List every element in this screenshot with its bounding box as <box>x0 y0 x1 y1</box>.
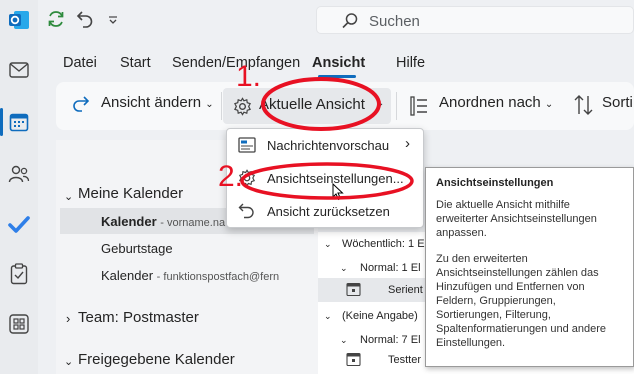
annotation-step-2: 2. <box>218 160 244 193</box>
annotation-ellipse <box>240 162 414 200</box>
annotation-ellipse <box>261 77 381 131</box>
annotation-step-1: 1. <box>236 60 262 93</box>
annotation-overlay <box>240 77 414 200</box>
